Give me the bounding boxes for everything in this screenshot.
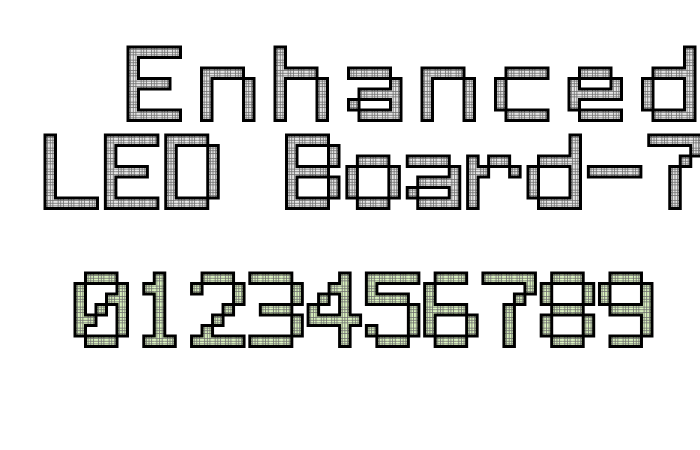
glyph-2 (190, 271, 246, 348)
glyph-d (641, 45, 697, 122)
glyph-B (285, 133, 341, 210)
glyph-9 (597, 271, 654, 348)
glyph-8 (539, 271, 596, 348)
glyph-c (494, 66, 550, 122)
glyph-r (466, 154, 522, 210)
glyph-7 (481, 271, 537, 348)
glyph-h (273, 45, 329, 122)
font-specimen: Enhanced LED Board-7 0123456789 (0, 0, 700, 450)
glyph-a (347, 66, 403, 122)
glyph-3 (248, 271, 304, 348)
glyph-e (567, 66, 623, 122)
glyph-1 (142, 271, 177, 348)
sample-line-led-board (43, 133, 700, 210)
glyph-n (420, 66, 476, 122)
glyph-d (526, 133, 582, 210)
glyph-7 (647, 133, 700, 210)
glyph-E (103, 133, 160, 210)
line-text-2: 0123456789 (0, 0, 1, 1)
line-text-1: LED Board-7 (0, 0, 1, 1)
sample-line-digits (73, 271, 654, 348)
glyph-L (43, 133, 99, 210)
sample-line-enhanced (126, 45, 697, 122)
glyph-- (586, 165, 643, 179)
glyph-n (200, 66, 256, 122)
glyph-a (405, 154, 462, 210)
glyph-4 (306, 271, 363, 348)
glyph-E (126, 45, 182, 122)
glyph-0 (73, 271, 129, 348)
glyph-5 (364, 271, 421, 348)
glyph-o (345, 154, 401, 210)
glyph-6 (423, 271, 479, 348)
line-text-0: Enhanced (0, 0, 1, 1)
glyph-D (164, 133, 220, 210)
